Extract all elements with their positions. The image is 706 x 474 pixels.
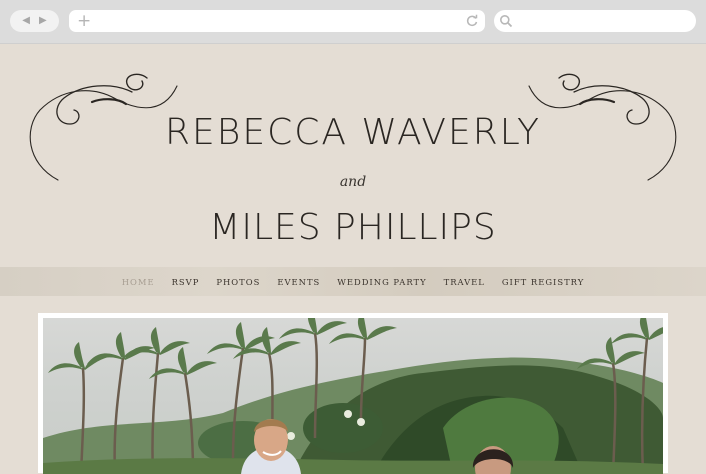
search-field[interactable] xyxy=(494,10,696,32)
partner-one-name: REBECCA WAVERLY xyxy=(164,112,542,153)
address-bar[interactable]: + xyxy=(69,10,485,32)
nav-item-rsvp[interactable]: RSVP xyxy=(172,277,200,287)
nav-item-events[interactable]: EVENTS xyxy=(277,277,320,287)
nav-item-photos[interactable]: PHOTOS xyxy=(216,277,260,287)
partner-two-name: MILES PHILLIPS xyxy=(209,207,497,248)
palm-landscape-illustration xyxy=(43,318,663,474)
back-arrow-icon[interactable]: ◀ xyxy=(22,16,30,26)
nav-item-wedding-party[interactable]: WEDDING PARTY xyxy=(337,277,426,287)
browser-toolbar: ◀ ▶ + xyxy=(0,0,706,44)
nav-item-gift-registry[interactable]: GIFT REGISTRY xyxy=(502,277,584,287)
reload-icon[interactable] xyxy=(465,14,479,28)
site-navigation: HOME RSVP PHOTOS EVENTS WEDDING PARTY TR… xyxy=(0,267,706,296)
search-icon xyxy=(500,15,513,28)
new-tab-icon[interactable]: + xyxy=(77,11,91,31)
nav-item-home[interactable]: HOME xyxy=(122,277,155,287)
and-connector: and xyxy=(339,174,367,190)
history-buttons: ◀ ▶ xyxy=(10,10,59,32)
nav-item-travel[interactable]: TRAVEL xyxy=(444,277,485,287)
wedding-website-page: REBECCA WAVERLY and MILES PHILLIPS HOME … xyxy=(0,44,706,474)
couple-palm-trees-photo xyxy=(43,318,663,474)
hero-photo-frame xyxy=(38,313,668,474)
forward-arrow-icon[interactable]: ▶ xyxy=(39,16,47,26)
